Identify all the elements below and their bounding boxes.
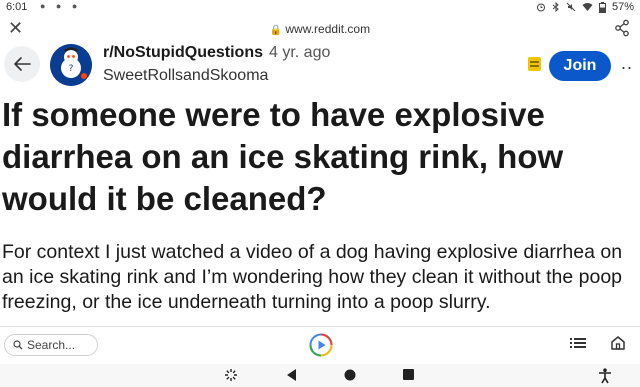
search-bar[interactable]: Search...: [4, 334, 98, 356]
status-time: 6:01: [6, 1, 28, 13]
subreddit-avatar[interactable]: ?: [50, 44, 92, 86]
wifi-icon: [582, 3, 593, 11]
bottom-toolbar: Search...: [0, 326, 640, 362]
bluetooth-icon: [552, 2, 559, 12]
post-author[interactable]: SweetRollsandSkooma: [103, 67, 268, 85]
browser-url-bar: ✕ 🔒 www.reddit.com: [0, 16, 640, 44]
alarm-icon: [536, 3, 545, 12]
battery-level: 57%: [611, 1, 634, 13]
home-nav-icon[interactable]: [343, 368, 357, 382]
svg-text:?: ?: [69, 64, 74, 74]
status-icons: 57%: [536, 1, 634, 13]
mute-icon: [566, 2, 576, 12]
post-age: 4 yr. ago: [269, 44, 331, 61]
subreddit-line: r/NoStupidQuestions 4 yr. ago: [103, 44, 330, 62]
home-icon[interactable]: [610, 335, 626, 351]
notification-icons: ● ● ●: [40, 1, 82, 11]
url-text: www.reddit.com: [285, 22, 371, 36]
assistant-icon[interactable]: [309, 333, 333, 357]
back-button[interactable]: [4, 46, 40, 82]
post-body: For context I just watched a video of a …: [2, 241, 623, 313]
status-bar: 6:01 ● ● ● 57%: [0, 0, 640, 16]
join-button[interactable]: Join: [549, 51, 611, 81]
subreddit-name[interactable]: r/NoStupidQuestions: [103, 44, 263, 61]
search-icon: [13, 340, 23, 350]
battery-icon: [598, 1, 606, 13]
post-title: If someone were to have explosive diarrh…: [2, 96, 564, 217]
more-options-button[interactable]: ..: [621, 53, 633, 74]
snoo-avatar-icon: ?: [50, 44, 92, 86]
url-display[interactable]: 🔒 www.reddit.com: [0, 22, 640, 36]
apps-icon[interactable]: [224, 368, 238, 382]
recents-nav-icon[interactable]: [402, 368, 415, 382]
search-placeholder: Search...: [27, 338, 76, 352]
accessibility-icon[interactable]: [598, 368, 612, 384]
arrow-left-icon: [14, 57, 31, 71]
system-nav-bar: [0, 364, 640, 387]
lock-icon: 🔒: [269, 25, 283, 36]
tabs-list-icon[interactable]: [570, 336, 586, 350]
back-nav-icon[interactable]: [285, 368, 297, 382]
award-icon[interactable]: [528, 57, 541, 71]
share-icon[interactable]: [614, 19, 630, 37]
